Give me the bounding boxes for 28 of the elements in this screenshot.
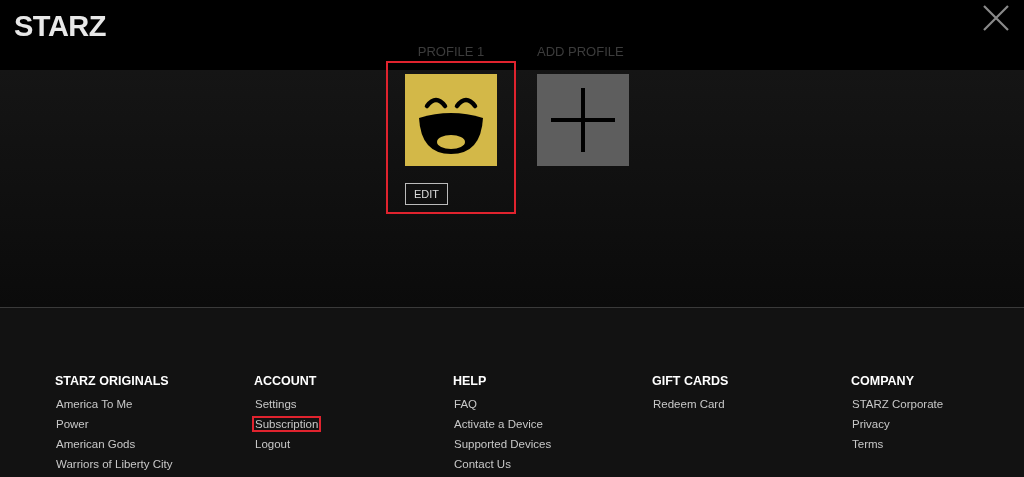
footer-heading: GIFT CARDS (652, 374, 729, 388)
close-icon[interactable] (983, 5, 1009, 31)
footer-link[interactable]: Settings (252, 396, 300, 412)
footer-link[interactable]: Warriors of Liberty City (53, 456, 176, 472)
profile-card[interactable]: EDIT (386, 61, 516, 214)
footer-link[interactable]: America To Me (53, 396, 136, 412)
footer-link[interactable]: Activate a Device (451, 416, 546, 432)
footer-link[interactable]: STARZ Corporate (849, 396, 947, 412)
profile-label: PROFILE 1 (417, 44, 485, 61)
footer-link[interactable]: Power (53, 416, 92, 432)
profile-label: ADD PROFILE (537, 44, 624, 61)
footer-link[interactable]: Logout (252, 436, 294, 452)
footer-heading: STARZ ORIGINALS (55, 374, 169, 388)
footer-link[interactable]: Contact Us (451, 456, 514, 472)
footer-link[interactable]: American Gods (53, 436, 139, 452)
footer-link[interactable]: Terms (849, 436, 887, 452)
footer-link[interactable]: FAQ (451, 396, 480, 412)
starz-logo[interactable]: STARZ (14, 10, 106, 43)
footer-heading: HELP (453, 374, 487, 388)
footer-heading: COMPANY (851, 374, 914, 388)
footer-link[interactable]: Redeem Card (650, 396, 728, 412)
add-profile-icon[interactable] (537, 74, 629, 166)
smiley-avatar-icon[interactable] (405, 74, 497, 166)
footer-link[interactable]: Subscription (252, 416, 322, 432)
footer-link[interactable]: Privacy (849, 416, 893, 432)
footer-link[interactable]: Supported Devices (451, 436, 555, 452)
footer-heading: ACCOUNT (254, 374, 317, 388)
edit-button[interactable]: EDIT (405, 183, 449, 205)
